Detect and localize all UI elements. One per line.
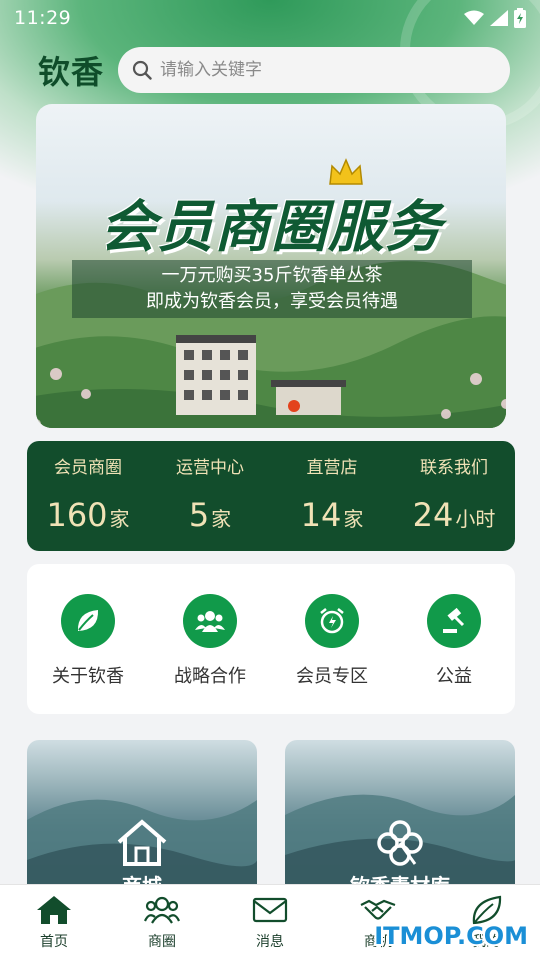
alarm-clock-icon xyxy=(305,594,359,648)
quick-link-members[interactable]: 会员专区 xyxy=(271,564,393,714)
leaf-icon xyxy=(61,594,115,648)
quick-link-about[interactable]: 关于钦香 xyxy=(27,564,149,714)
quick-link-label: 公益 xyxy=(436,666,472,687)
quick-link-label: 会员专区 xyxy=(296,666,368,687)
tab-label: 商圈 xyxy=(148,934,176,950)
tab-label: 消息 xyxy=(256,934,284,950)
stat-unit: 家 xyxy=(109,507,130,531)
stat-label: 联系我们 xyxy=(420,458,488,478)
banner-subtitle-line2: 即成为钦香会员，享受会员待遇 xyxy=(146,291,398,312)
watermark: ITMOP.COM xyxy=(374,922,528,950)
stat-members[interactable]: 会员商圈 160 家 xyxy=(27,441,149,551)
stat-direct-stores[interactable]: 直营店 14 家 xyxy=(271,441,393,551)
search-bar[interactable] xyxy=(118,47,510,93)
banner-subtitle: 一万元购买35斤钦香单丛茶 即成为钦香会员，享受会员待遇 xyxy=(72,260,472,318)
stat-value: 160 xyxy=(46,496,108,534)
stat-value: 5 xyxy=(188,496,210,534)
tab-home[interactable]: 首页 xyxy=(0,885,108,960)
status-bar: 11:29 xyxy=(0,0,540,36)
stat-unit: 家 xyxy=(343,507,364,531)
home-icon xyxy=(37,896,71,924)
stat-label: 直营店 xyxy=(306,458,358,478)
quick-link-partnership[interactable]: 战略合作 xyxy=(149,564,271,714)
brand-title: 钦香 xyxy=(38,53,105,91)
tab-label: 首页 xyxy=(40,934,68,950)
battery-icon xyxy=(514,8,526,28)
card-mall[interactable]: 商城 xyxy=(27,740,257,900)
status-time: 11:29 xyxy=(14,7,72,29)
carousel-indicator[interactable] xyxy=(288,400,300,412)
tab-business-circle[interactable]: 商圈 xyxy=(108,885,216,960)
quick-link-label: 关于钦香 xyxy=(52,666,124,687)
group-icon xyxy=(183,594,237,648)
house-icon xyxy=(117,819,167,866)
quick-link-label: 战略合作 xyxy=(174,666,246,687)
stat-contact[interactable]: 联系我们 24 小时 xyxy=(393,441,515,551)
search-icon xyxy=(132,60,152,80)
tab-messages[interactable]: 消息 xyxy=(216,885,324,960)
quick-links: 关于钦香 战略合作 会员专区 公益 xyxy=(27,564,515,714)
mail-icon xyxy=(252,897,288,923)
stat-value: 14 xyxy=(300,496,342,534)
stat-unit: 小时 xyxy=(455,507,496,531)
search-input[interactable] xyxy=(160,60,496,80)
stats-panel: 会员商圈 160 家 运营中心 5家 直营店 14 家 联系我们 24 小时 xyxy=(27,441,515,551)
stat-label: 会员商圈 xyxy=(54,458,122,478)
status-icons xyxy=(464,8,526,28)
stat-label: 运营中心 xyxy=(176,458,244,478)
app-header: 钦香 xyxy=(0,44,540,96)
clover-icon xyxy=(377,820,423,866)
card-materials[interactable]: 钦香素材库 xyxy=(285,740,515,900)
leaf-icon xyxy=(472,895,502,925)
stat-value: 24 xyxy=(412,496,454,534)
building-illustration xyxy=(176,335,346,415)
stat-operations[interactable]: 运营中心 5家 xyxy=(149,441,271,551)
stat-unit: 家 xyxy=(211,507,232,531)
crown-icon xyxy=(329,158,363,185)
gavel-icon xyxy=(427,594,481,648)
banner-carousel[interactable]: 会员商圈服务 一万元购买35斤钦香单丛茶 即成为钦香会员，享受会员待遇 xyxy=(36,104,506,428)
signal-icon xyxy=(490,10,508,26)
banner-subtitle-line1: 一万元购买35斤钦香单丛茶 xyxy=(161,265,383,286)
handshake-icon xyxy=(360,899,396,920)
wifi-icon xyxy=(464,10,484,25)
people-icon xyxy=(144,896,180,924)
banner-title: 会员商圈服务 xyxy=(100,195,442,260)
quick-link-charity[interactable]: 公益 xyxy=(393,564,515,714)
